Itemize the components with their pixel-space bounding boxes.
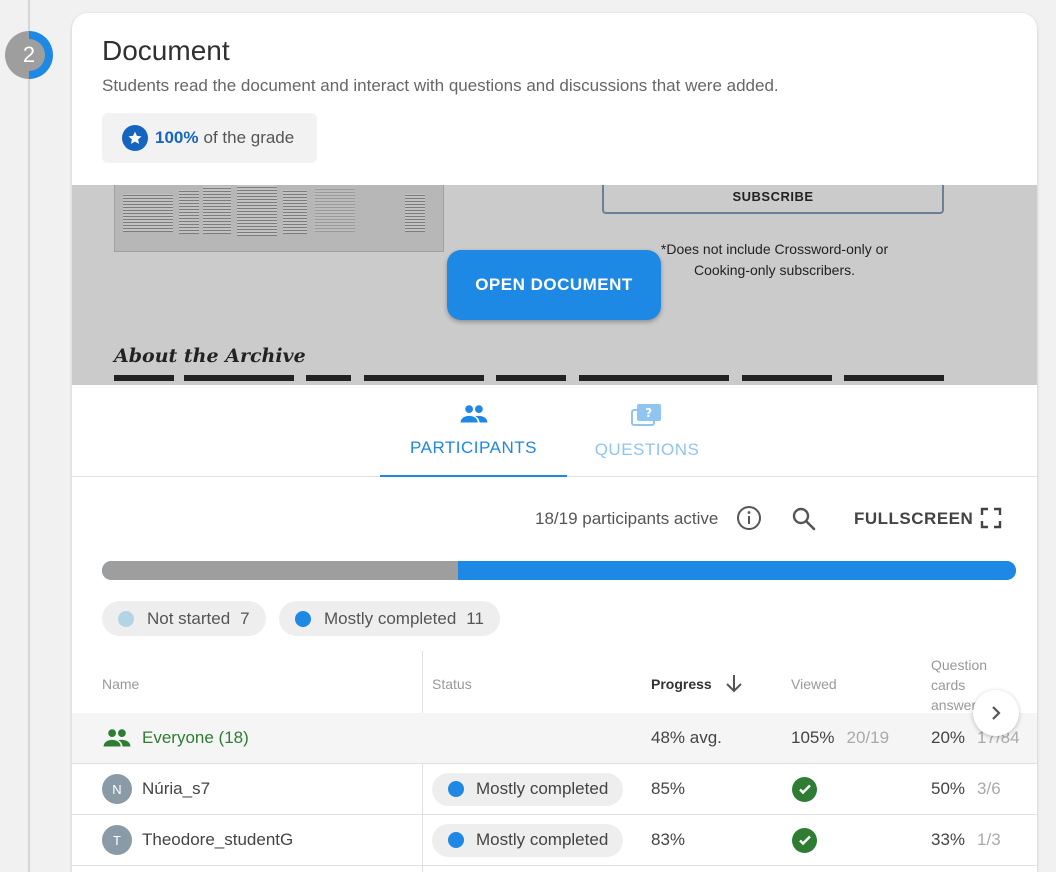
activity-tabs: PARTICIPANTS ? QUESTIONS [72,385,1037,477]
filter-chip-label: Not started [147,608,231,628]
question-cards-icon: ? [631,403,663,432]
table-row-everyone[interactable]: Everyone (18) 48% avg. 105% 20/19 20% 17… [72,713,1037,764]
grade-weight-badge: 100% of the grade [102,113,317,163]
about-archive-heading: About the Archive [114,345,306,367]
status-badge: Mostly completed [432,823,624,857]
truncated-body-text [114,375,954,385]
status-dot [295,610,311,627]
fullscreen-button[interactable]: FULLSCREEN [854,509,973,529]
star-icon [122,125,148,151]
filter-chip-count: 7 [240,608,250,628]
tab-participants-label: PARTICIPANTS [410,438,537,457]
people-icon [459,403,489,430]
info-icon[interactable] [736,505,762,536]
status-dot [448,832,464,848]
everyone-label[interactable]: Everyone (18) [142,728,249,748]
archive-scan-image [114,185,444,252]
chevron-right-icon [989,704,1003,722]
document-preview: SUBSCRIBE *Does not include Crossword-on… [72,185,1037,385]
qc-percent: 50% [931,779,966,798]
everyone-viewed-count: 20/19 [846,728,890,747]
check-circle-icon [792,776,817,802]
column-header-progress[interactable]: Progress [651,676,712,692]
grade-suffix: of the grade [203,128,295,147]
participants-active-count: 18/19 participants active [535,509,719,528]
table-row[interactable]: N Núria_s7 Mostly completed 85% 50% 3/6 [72,764,1037,815]
group-icon [102,727,132,749]
subscription-disclaimer: *Does not include Crossword-only or Cook… [660,241,889,278]
column-header-name[interactable]: Name [102,676,139,692]
progress-segment-mostly-completed [457,561,1016,580]
activity-description: Students read the document and interact … [102,76,779,95]
status-label: Mostly completed [476,779,609,798]
filter-chip-label: Mostly completed [324,608,457,628]
tab-participants[interactable]: PARTICIPANTS [380,385,567,477]
avatar: N [102,774,132,804]
open-document-button[interactable]: OPEN DOCUMENT [447,250,661,320]
document-activity-card: Document Students read the document and … [72,13,1037,872]
sort-descending-icon[interactable] [724,672,744,699]
qc-percent: 33% [931,830,966,849]
student-name[interactable]: Núria_s7 [142,779,210,799]
student-name[interactable]: Theodore_studentG [142,830,293,850]
everyone-viewed-percent: 105% [791,728,835,747]
column-header-viewed[interactable]: Viewed [791,676,837,692]
grade-percentage: 100% [155,128,199,147]
svg-text:?: ? [645,406,652,420]
everyone-progress: 48% avg. [651,728,722,747]
step-progress-indicator: 2 [5,31,53,79]
student-progress: 83% [651,830,686,849]
filter-chip-count: 11 [466,608,484,628]
tab-questions-label: QUESTIONS [594,440,700,459]
status-dot [448,781,464,797]
progress-segment-not-started [102,561,458,580]
search-icon[interactable] [791,506,817,537]
tab-questions[interactable]: ? QUESTIONS [567,385,727,477]
filter-chip-not-started[interactable]: Not started 7 [102,601,266,636]
fullscreen-icon[interactable] [980,507,1002,534]
timeline-line [28,0,30,872]
check-circle-icon [792,827,817,853]
everyone-qc-percent: 20% [931,728,966,747]
completion-progress-bar [102,561,1016,580]
avatar: T [102,825,132,855]
scroll-columns-right-button[interactable] [973,690,1019,736]
step-number: 2 [13,39,45,71]
student-progress: 85% [651,779,686,798]
page-title: Document [102,35,230,66]
filter-chip-mostly-completed[interactable]: Mostly completed 11 [279,601,500,636]
subscribe-box: SUBSCRIBE [602,185,944,214]
qc-count: 1/3 [977,830,1001,849]
table-row[interactable]: T Theodore_studentG Mostly completed 83%… [72,815,1037,866]
status-badge: Mostly completed [432,772,624,806]
status-dot [118,610,134,627]
column-header-status[interactable]: Status [432,676,472,692]
qc-count: 3/6 [977,779,1001,798]
status-label: Mostly completed [476,830,609,849]
